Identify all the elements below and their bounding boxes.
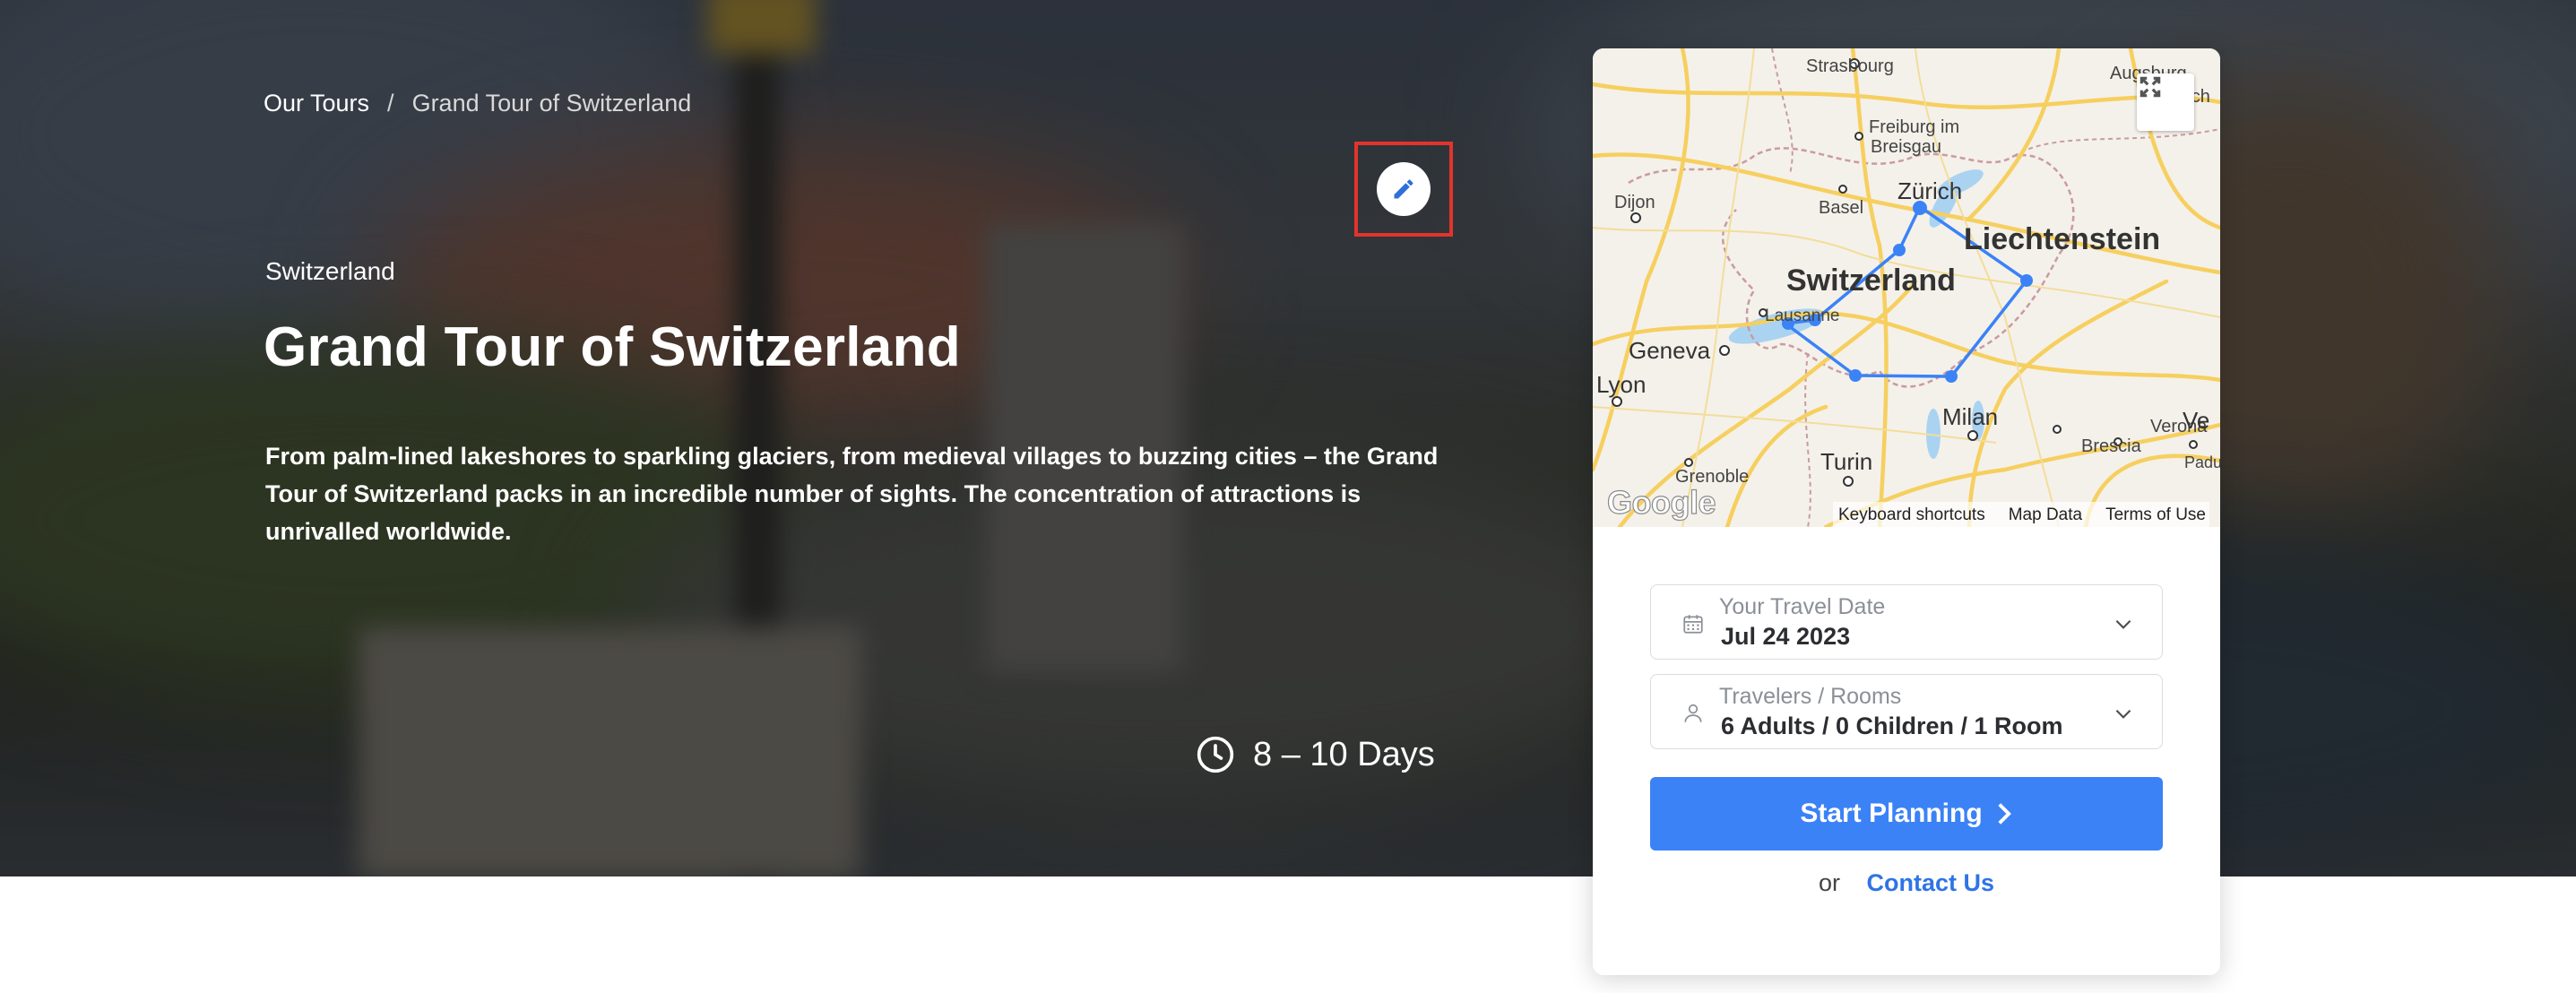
travel-date-label: Your Travel Date (1719, 594, 1886, 619)
map-label-freiburg-1: Freiburg im (1869, 117, 1959, 137)
person-icon (1684, 704, 1702, 722)
contact-us-link[interactable]: Contact Us (1867, 869, 1995, 896)
duration-text: 8 – 10 Days (1253, 735, 1435, 773)
clock-icon (1197, 736, 1234, 773)
map-label-freiburg-2: Breisgau (1871, 137, 1941, 157)
map-keyboard-shortcuts[interactable]: Keyboard shortcuts (1838, 505, 1985, 525)
map-footer: Keyboard shortcuts Map Data Terms of Use (1833, 502, 2209, 527)
travel-date-select[interactable]: Your Travel Date Jul 24 2023 (1650, 584, 2163, 660)
travelers-label: Travelers / Rooms (1719, 684, 1902, 709)
map-label-ve: Ve (2183, 407, 2209, 434)
breadcrumb-separator: / (387, 90, 394, 117)
map-terms-link[interactable]: Terms of Use (2105, 505, 2206, 525)
map-label-strasbourg: Strasbourg (1806, 56, 1894, 76)
tour-duration: 8 – 10 Days (1196, 735, 1435, 774)
contact-row: or Contact Us (1593, 869, 2220, 897)
travelers-value: 6 Adults / 0 Children / 1 Room (1721, 712, 2063, 739)
booking-card: Strasbourg Augsburg Mu­ch Freiburg im Br… (1593, 48, 2220, 975)
breadcrumb-current: Grand Tour of Switzerland (411, 90, 692, 117)
breadcrumb-our-tours[interactable]: Our Tours (264, 90, 369, 117)
tour-description: From palm-lined lakeshores to sparkling … (265, 443, 1439, 545)
map-canvas: Strasbourg Augsburg Mu­ch Freiburg im Br… (1593, 48, 2220, 527)
tour-region: Switzerland (265, 257, 395, 285)
start-planning-button[interactable]: Start Planning (1650, 777, 2163, 851)
map-label-zurich: Zürich (1897, 177, 1962, 204)
contact-or-text: or (1818, 869, 1840, 896)
page-title: Grand Tour of Switzerland (264, 316, 961, 378)
map-label-turin: Turin (1820, 448, 1872, 475)
start-planning-label: Start Planning (1800, 799, 1983, 828)
map-label-lyon: Lyon (1596, 371, 1646, 398)
calendar-icon (1683, 615, 1703, 634)
google-logo: Google (1606, 483, 1716, 521)
map-fullscreen-button[interactable] (2137, 73, 2194, 131)
chevron-right-icon (1998, 803, 2011, 825)
travel-date-value: Jul 24 2023 (1721, 623, 1851, 650)
map-label-switzerland: Switzerland (1786, 263, 1956, 298)
map-label-basel: Basel (1819, 198, 1863, 218)
map-label-brescia: Brescia (2081, 436, 2142, 456)
map-label-lausanne: Lausanne (1765, 307, 1839, 325)
map-label-padua: Padua (2184, 453, 2220, 471)
chevron-down-icon (2115, 709, 2131, 719)
edit-button[interactable] (1377, 162, 1431, 216)
map-label-geneva: Geneva (1629, 337, 1711, 364)
travelers-rooms-select[interactable]: Travelers / Rooms 6 Adults / 0 Children … (1650, 674, 2163, 749)
breadcrumb: Our Tours / Grand Tour of Switzerland (264, 90, 691, 117)
map-label-milan: Milan (1942, 403, 1998, 430)
tour-map[interactable]: Strasbourg Augsburg Mu­ch Freiburg im Br… (1593, 48, 2220, 527)
map-data-link[interactable]: Map Data (2009, 505, 2082, 525)
chevron-down-icon (2115, 619, 2131, 629)
fullscreen-icon (2139, 76, 2161, 98)
map-label-dijon: Dijon (1614, 193, 1655, 212)
pencil-icon (1394, 179, 1413, 199)
map-label-liechtenstein: Liechtenstein (1964, 222, 2160, 256)
